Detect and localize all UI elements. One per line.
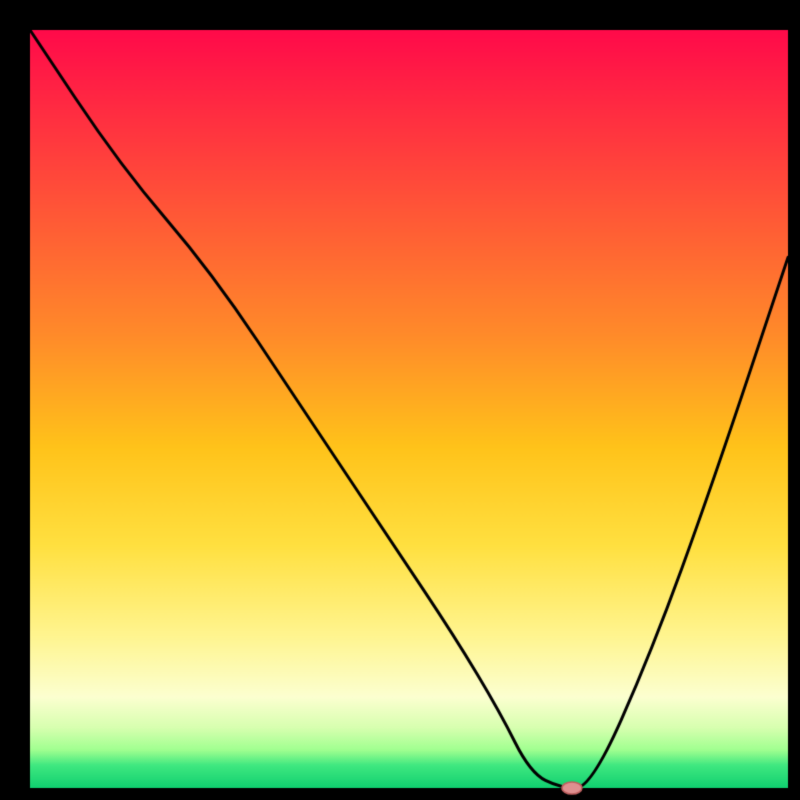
chart-frame: TheBottleneck.com: [0, 0, 800, 800]
bottleneck-chart: [0, 0, 800, 800]
